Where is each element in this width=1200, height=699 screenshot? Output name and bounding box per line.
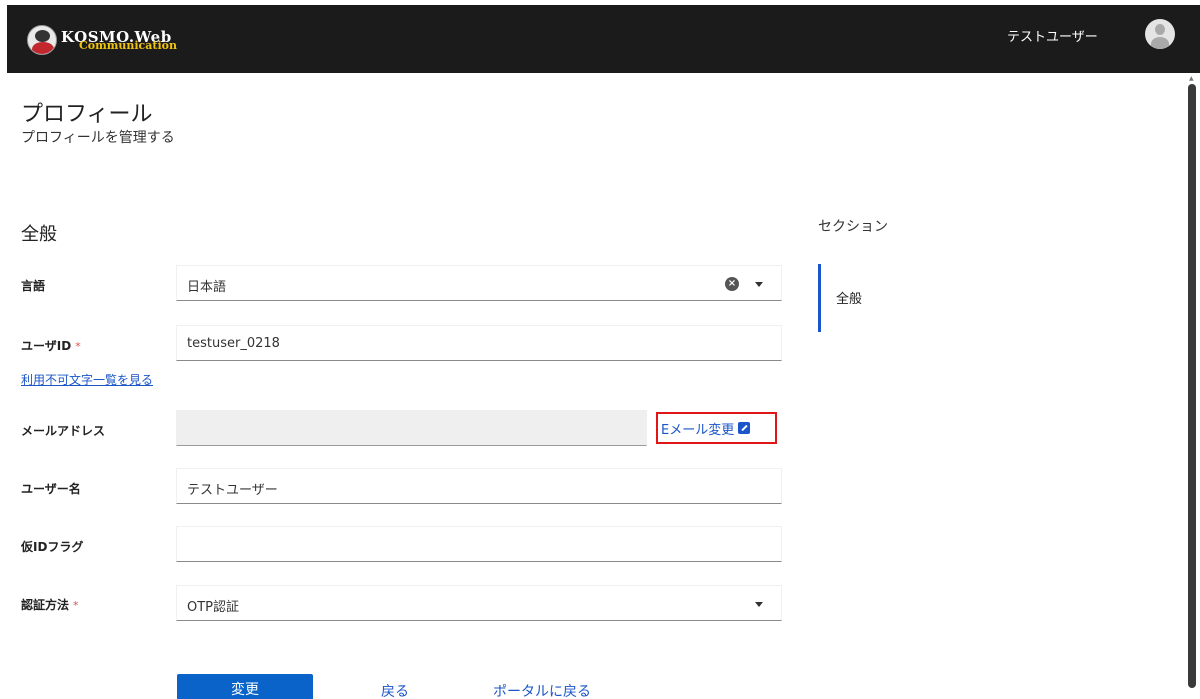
back-link[interactable]: 戻る: [381, 681, 409, 699]
user-name-label-text: ユーザー名: [21, 482, 81, 496]
scroll-up-arrow-icon[interactable]: ▲: [1189, 75, 1194, 82]
language-label-text: 言語: [21, 279, 46, 293]
caret-down-icon[interactable]: [755, 602, 763, 607]
top-header-bar: KOSMO.Web Communication テストユーザー: [7, 5, 1200, 73]
logo-sub-text: Communication: [79, 39, 177, 52]
scrollbar-thumb[interactable]: [1188, 84, 1196, 688]
submit-change-button[interactable]: 変更: [177, 674, 313, 699]
user-name-value: テストユーザー: [187, 483, 278, 498]
clear-icon[interactable]: ×: [725, 277, 739, 291]
required-mark: *: [73, 599, 79, 612]
temp-id-flag-field[interactable]: [176, 526, 782, 562]
user-name-field[interactable]: テストユーザー: [176, 468, 782, 504]
language-select[interactable]: 日本語 ×: [176, 265, 782, 301]
user-id-label: ユーザID *: [21, 337, 81, 354]
logo-mark-icon: [27, 25, 57, 55]
auth-method-value: OTP認証: [187, 600, 240, 615]
section-title: 全般: [21, 224, 57, 245]
page-title: プロフィール: [21, 102, 153, 127]
email-change-link[interactable]: Eメール変更: [656, 412, 777, 444]
email-label-text: メールアドレス: [21, 424, 106, 438]
language-label: 言語: [21, 277, 45, 294]
app-logo[interactable]: KOSMO.Web Communication: [27, 25, 177, 55]
vertical-scrollbar[interactable]: [1188, 84, 1196, 688]
temp-id-flag-label-text: 仮IDフラグ: [21, 540, 84, 554]
email-label: メールアドレス: [21, 422, 105, 439]
auth-method-label-text: 認証方法: [21, 598, 70, 612]
auth-method-label: 認証方法 *: [21, 596, 79, 613]
external-link-icon[interactable]: [738, 422, 751, 434]
required-mark: *: [75, 340, 81, 353]
section-nav-heading: セクション: [818, 219, 888, 235]
header-user-name[interactable]: テストユーザー: [1007, 26, 1098, 45]
user-id-field[interactable]: testuser_0218: [176, 325, 782, 361]
page-subtitle: プロフィールを管理する: [21, 130, 175, 146]
logo-text: KOSMO.Web Communication: [61, 25, 177, 55]
caret-down-icon[interactable]: [755, 282, 763, 287]
user-avatar-icon[interactable]: [1145, 19, 1175, 49]
user-id-label-text: ユーザID: [21, 339, 72, 353]
temp-id-flag-label: 仮IDフラグ: [21, 538, 83, 555]
invalid-characters-link[interactable]: 利用不可文字一覧を見る: [21, 371, 153, 388]
language-value: 日本語: [187, 280, 227, 295]
user-name-label: ユーザー名: [21, 480, 81, 497]
section-nav: 全般: [818, 264, 862, 332]
section-nav-item-general[interactable]: 全般: [836, 288, 862, 307]
email-field: [176, 410, 647, 446]
email-change-label[interactable]: Eメール変更: [661, 419, 734, 438]
auth-method-select[interactable]: OTP認証: [176, 585, 782, 621]
user-id-value: testuser_0218: [187, 336, 280, 351]
back-to-portal-link[interactable]: ポータルに戻る: [493, 681, 591, 699]
